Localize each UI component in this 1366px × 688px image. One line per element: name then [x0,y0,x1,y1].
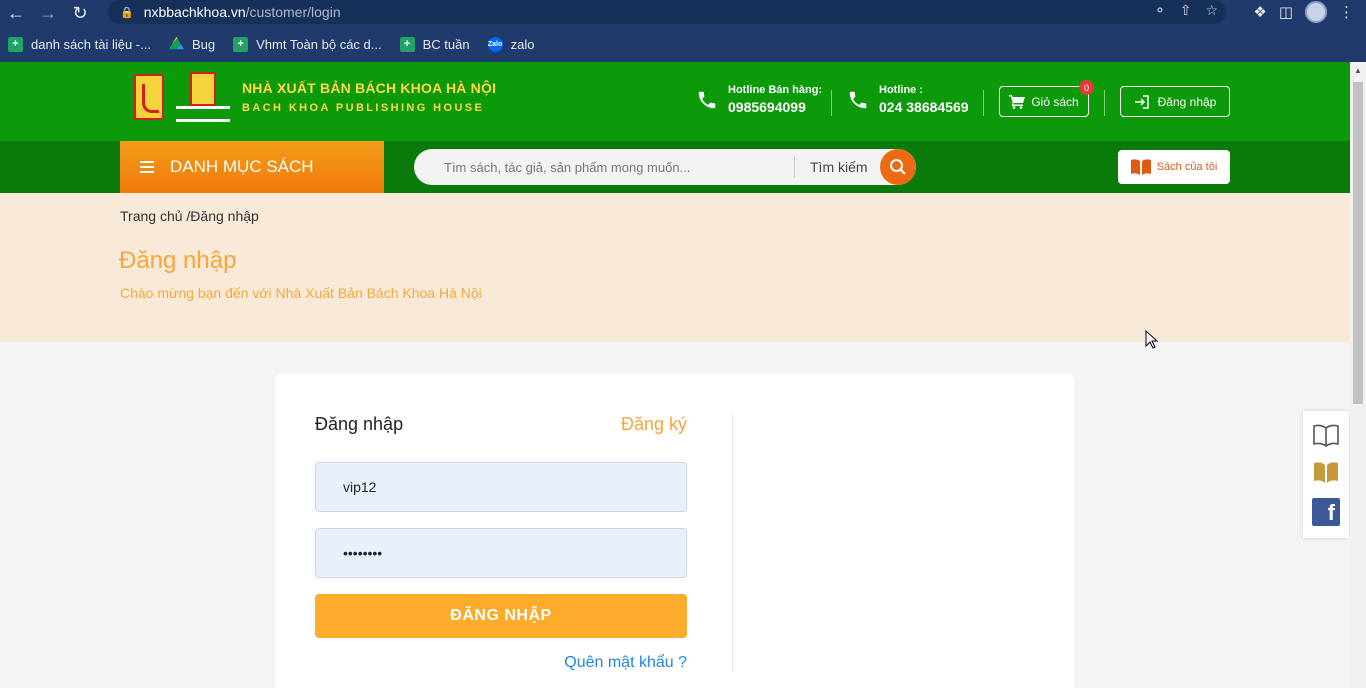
header-login-button[interactable]: Đăng nhập [1120,86,1230,117]
header-login-label: Đăng nhập [1157,94,1217,109]
url-path: /customer/login [245,4,341,20]
star-icon[interactable]: ☆ [1205,2,1218,19]
login-card: Đăng nhập Đăng ký vip12 •••••••• ĐĂNG NH… [275,374,1074,688]
scrollbar[interactable]: ▲ [1350,62,1366,688]
extensions-icon[interactable]: ❖ [1253,3,1266,21]
floating-side-panel: f [1303,411,1349,538]
cart-label: Giỏ sách [1031,94,1079,109]
logo-book-icon [176,72,230,122]
sheets-icon: + [399,36,415,52]
phone-icon [698,91,716,108]
divider [794,156,795,178]
forgot-password-link[interactable]: Quên mật khẩu ? [564,654,687,672]
bookmark-item[interactable]: Zalo zalo [487,36,534,52]
logo-title: NHÀ XUẤT BẢN BÁCH KHOA HÀ NỘI [242,80,497,96]
hotline-sales: Hotline Bán hàng: 0985694099 [696,84,822,115]
cart-icon [1009,94,1026,109]
logo-subtitle: BACH KHOA PUBLISHING HOUSE [242,102,485,114]
scroll-up-arrow-icon[interactable]: ▲ [1354,66,1362,75]
scrollbar-thumb[interactable] [1353,82,1363,404]
my-books-button[interactable]: Sách của tôi [1118,150,1230,184]
side-panel-icon[interactable]: ◫ [1279,3,1293,21]
hotline-sales-number[interactable]: 0985694099 [728,99,822,115]
mouse-cursor-icon [1145,330,1159,349]
menu-icon[interactable]: ⋮ [1339,3,1354,21]
cart-count-badge: 0 [1079,80,1094,95]
hotline-label: Hotline : [879,84,923,96]
username-field[interactable]: vip12 [315,462,687,512]
page-banner: Trang chủ /Đăng nhập Đăng nhập Chào mừng… [0,193,1350,342]
password-field[interactable]: •••••••• [315,528,687,578]
url-host: nxbbachkhoa.vn [143,4,246,20]
tab-register[interactable]: Đăng ký [621,414,687,435]
hotline-number[interactable]: 024 38684569 [879,99,969,115]
phone-icon [849,91,867,108]
login-icon [1134,94,1149,109]
bookmarks-bar: + danh sách tài liệu -... Bug + Vhmt Toàn … [8,32,534,56]
profile-avatar[interactable] [1305,1,1327,23]
page-title: Đăng nhập [119,247,237,274]
bookmark-item[interactable]: + Vhmt Toàn bộ các d... [233,36,382,52]
site-logo[interactable]: NHÀ XUẤT BẢN BÁCH KHOA HÀ NỘI BACH KHOA … [134,72,496,122]
hotline: Hotline : 024 38684569 [847,84,969,115]
share-icon[interactable]: ⇧ [1180,2,1192,19]
bookmark-item[interactable]: + BC tuần [399,36,470,52]
tab-login[interactable]: Đăng nhập [315,414,403,435]
search-label[interactable]: Tìm kiếm [810,159,868,175]
divider [1104,90,1105,116]
facebook-icon[interactable]: f [1312,498,1340,527]
open-book-icon [1130,159,1151,175]
back-icon[interactable]: ← [0,0,32,26]
bookmark-item[interactable]: Bug [168,36,215,52]
hotline-sales-label: Hotline Bán hàng: [728,84,823,96]
browser-chrome: ← → ↻ 🔒 nxbbachkhoa.vn /customer/login ⚬… [0,0,1366,62]
logo-badge-icon [134,74,164,120]
divider [831,90,832,116]
divider [983,90,984,116]
site-header: NHÀ XUẤT BẢN BÁCH KHOA HÀ NỘI BACH KHOA … [0,62,1350,141]
key-icon[interactable]: ⚬ [1154,2,1166,19]
search-icon [890,159,906,175]
nav-bar: DANH MỤC SÁCH Tìm kiếm Sách của tôi [0,141,1350,193]
zalo-icon: Zalo [487,36,503,52]
category-menu-button[interactable]: DANH MỤC SÁCH [120,141,384,193]
search-input[interactable] [414,149,794,185]
divider [732,414,733,672]
search-bar: Tìm kiếm [414,149,916,185]
address-bar[interactable]: 🔒 nxbbachkhoa.vn /customer/login ⚬ ⇧ ☆ [108,0,1226,24]
page-subtitle: Chào mừng bạn đến với Nhà Xuất Bản Bách … [120,285,482,301]
open-book-icon[interactable] [1312,460,1340,486]
category-label: DANH MỤC SÁCH [170,157,314,176]
sheets-icon: + [8,36,23,52]
breadcrumb[interactable]: Trang chủ /Đăng nhập [120,208,259,224]
hamburger-icon [140,158,154,176]
my-books-label: Sách của tôi [1156,161,1218,173]
drive-icon [168,36,184,50]
lock-icon: 🔒 [120,6,134,19]
forward-icon[interactable]: → [32,0,64,26]
sheets-icon: + [233,36,249,52]
bookmark-item[interactable]: + danh sách tài liệu -... [8,36,151,52]
reload-icon[interactable]: ↻ [64,0,96,26]
open-book-outline-icon[interactable] [1312,423,1340,449]
login-submit-button[interactable]: ĐĂNG NHẬP [315,594,687,638]
cart-button[interactable]: Giỏ sách 0 [999,80,1094,117]
search-button[interactable] [880,149,916,185]
